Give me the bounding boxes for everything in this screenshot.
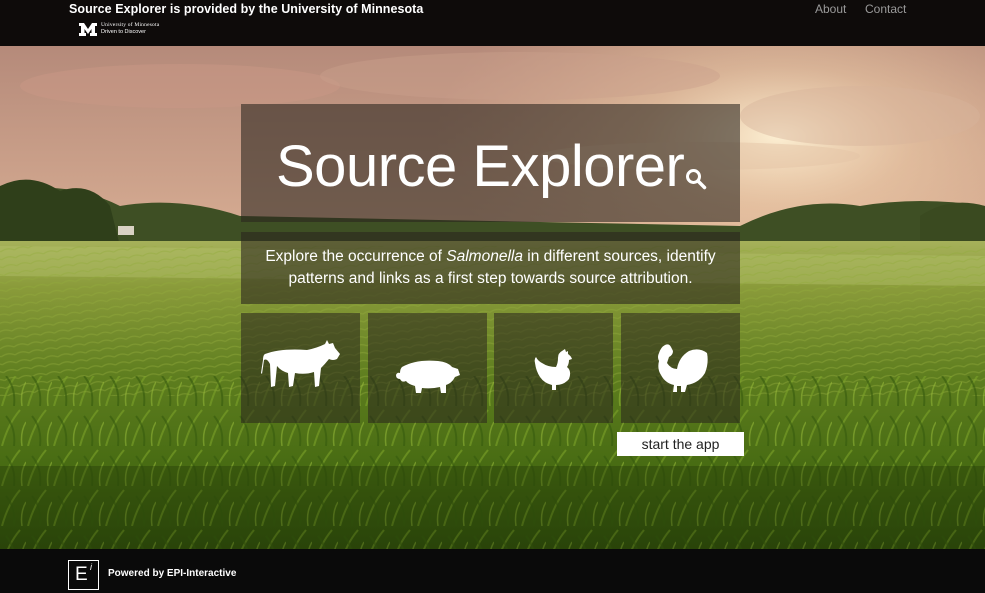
footer: E i Powered by EPI-Interactive [0,549,985,593]
chicken-icon [534,349,572,390]
source-tile-turkey[interactable] [621,313,740,423]
source-tile-chicken[interactable] [494,313,613,423]
powered-by-text: Powered by EPI-Interactive [108,568,237,579]
university-name: University of Minnesota [101,22,160,28]
provider-title: Source Explorer is provided by the Unive… [69,2,424,16]
epi-interactive-logo[interactable]: E i [68,560,99,590]
description-panel: Explore the occurrence of Salmonella in … [241,232,740,304]
nav-about-link[interactable]: About [815,2,846,16]
cattle-icon [261,340,340,387]
epi-logo-letter: E [75,564,88,585]
salmonella-italic: Salmonella [446,248,523,265]
university-tagline: Driven to Discover [101,29,146,35]
university-m-icon [79,22,97,36]
magnifier-icon [686,169,707,190]
source-tile-pig[interactable] [368,313,487,423]
title-panel: Source Explorer [241,104,740,222]
top-bar: Source Explorer is provided by the Unive… [0,0,985,46]
start-app-button[interactable]: start the app [617,432,744,456]
pig-icon [396,360,460,393]
app-title: Source Explorer [276,134,685,199]
source-tile-cattle[interactable] [241,313,360,423]
epi-logo-superscript: i [90,562,92,572]
turkey-icon [658,344,708,392]
university-logo[interactable]: University of Minnesota Driven to Discov… [79,22,159,36]
app-description: Explore the occurrence of Salmonella in … [265,248,716,287]
nav-contact-link[interactable]: Contact [865,2,906,16]
